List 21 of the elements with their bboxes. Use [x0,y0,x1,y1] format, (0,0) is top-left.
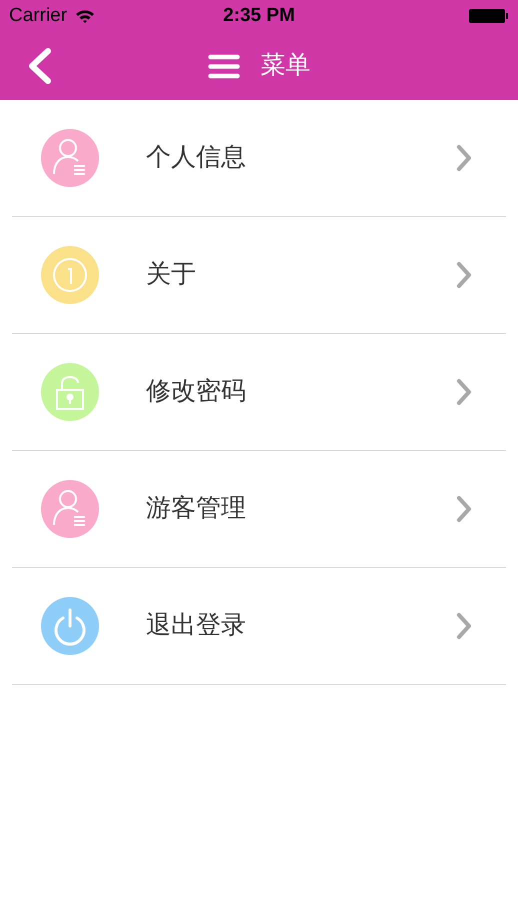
carrier-label: Carrier [9,4,68,28]
chevron-icon [456,261,472,289]
menu-item[interactable]: 关于 [12,217,506,334]
chevron-icon [456,378,472,406]
page-title: 菜单 [260,50,310,82]
menu-item[interactable]: 个人信息 [12,100,506,217]
menu-label: 个人信息 [146,142,246,174]
battery-icon [469,8,509,24]
menu-label: 关于 [146,259,196,290]
menu-item[interactable]: 游客管理 [12,451,506,568]
wifi-icon [75,8,96,24]
menu-label: 修改密码 [146,376,246,408]
chevron-icon [456,612,472,640]
menu-item[interactable]: 退出登录 [12,568,506,685]
chevron-icon [456,495,472,523]
menu-icon [208,54,240,78]
menu-item[interactable]: 修改密码 [12,334,506,451]
chevron-icon [456,144,472,172]
menu-label: 游客管理 [146,493,246,524]
menu-label: 退出登录 [146,610,246,642]
clock-time: 2:35 PM [223,4,295,28]
